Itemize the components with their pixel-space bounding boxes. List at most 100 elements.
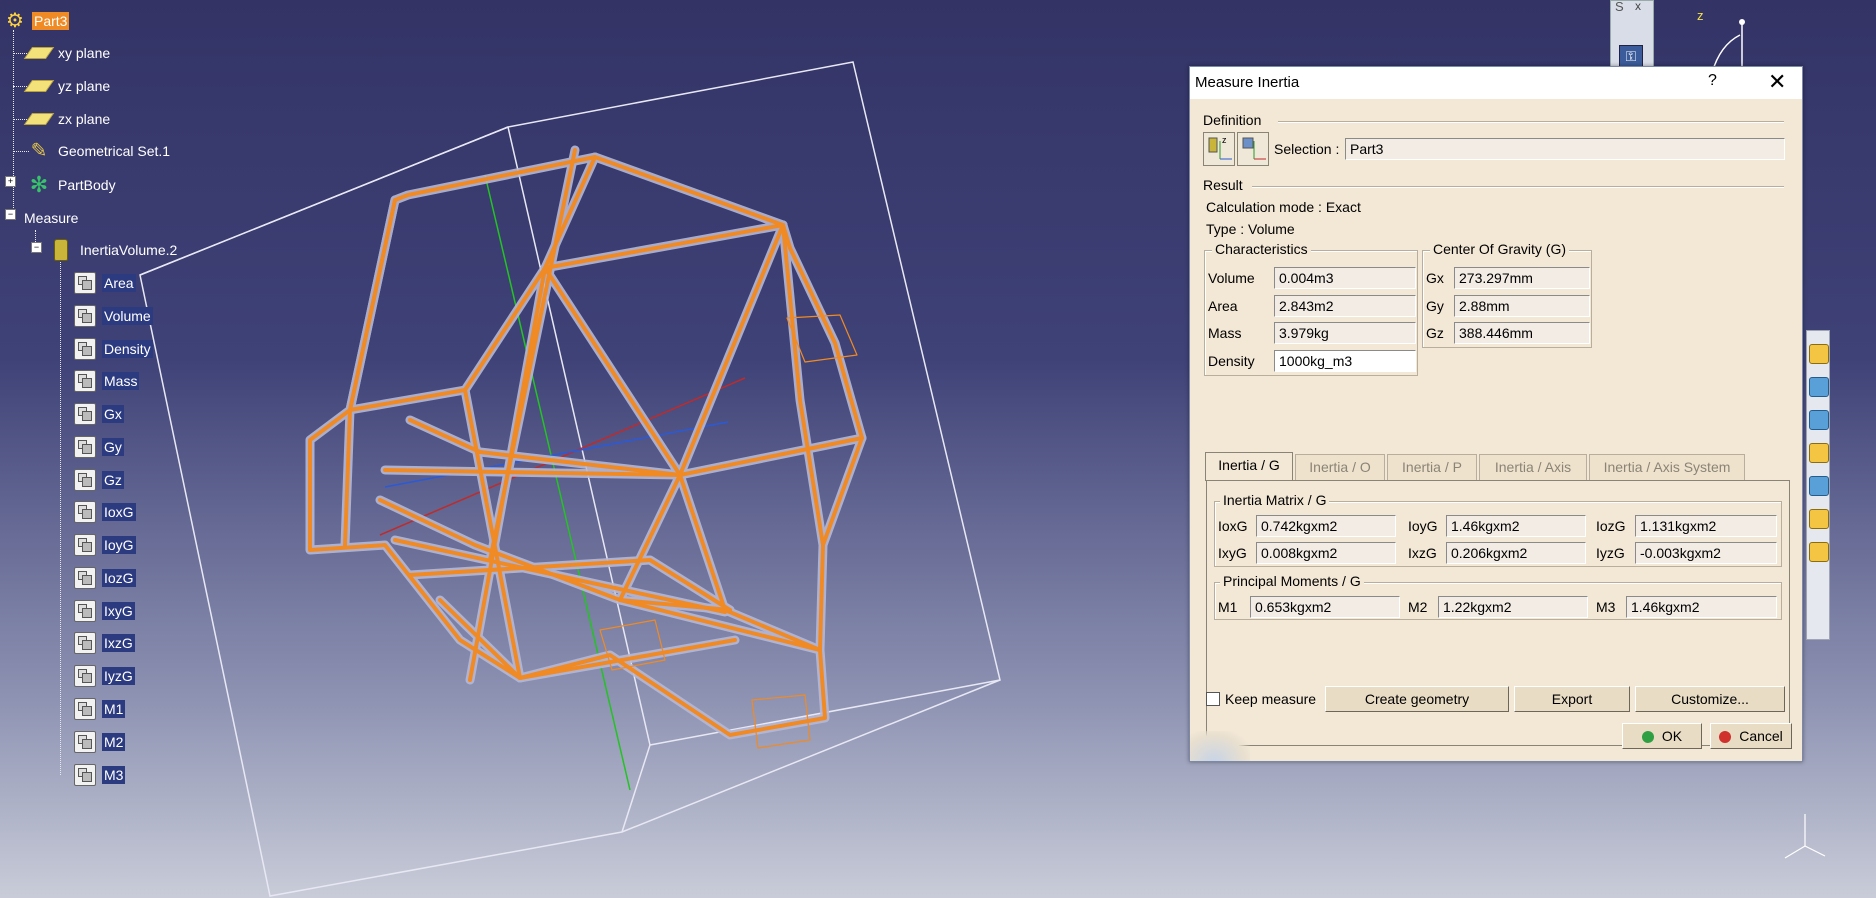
tab-inertia-axis-system[interactable]: Inertia / Axis System bbox=[1589, 454, 1745, 480]
dialog-title-bar[interactable]: Measure Inertia ? ✕ bbox=[1190, 67, 1802, 99]
m3-field[interactable]: 1.46kgxm2 bbox=[1626, 596, 1777, 618]
volume-field[interactable]: 0.004m3 bbox=[1274, 267, 1416, 289]
tree-param-gy[interactable]: Gy bbox=[72, 432, 124, 462]
right-toolbar[interactable] bbox=[1806, 330, 1830, 640]
close-button[interactable]: ✕ bbox=[1768, 69, 1786, 95]
tree-item-zx-plane[interactable]: zx plane bbox=[23, 104, 112, 134]
ixyg-field[interactable]: 0.008kgxm2 bbox=[1256, 542, 1396, 564]
area-field[interactable]: 2.843m2 bbox=[1274, 295, 1416, 317]
m1-field[interactable]: 0.653kgxm2 bbox=[1250, 596, 1400, 618]
mass-field[interactable]: 3.979kg bbox=[1274, 322, 1416, 344]
inertia-surface-tool-icon[interactable] bbox=[1237, 132, 1269, 166]
compass-icon bbox=[1711, 19, 1745, 75]
tree-param-m2[interactable]: M2 bbox=[72, 727, 126, 757]
m2-field[interactable]: 1.22kgxm2 bbox=[1438, 596, 1588, 618]
volume-label: Volume bbox=[1208, 270, 1255, 286]
gz-field[interactable]: 388.446mm bbox=[1454, 322, 1590, 344]
ioyg-field[interactable]: 1.46kgxm2 bbox=[1446, 515, 1586, 537]
customize-button[interactable]: Customize... bbox=[1635, 686, 1785, 712]
tab-inertia-p[interactable]: Inertia / P bbox=[1387, 454, 1477, 480]
parameter-icon bbox=[72, 532, 98, 558]
parameter-icon bbox=[72, 762, 98, 788]
tree-param-label: IyzG bbox=[102, 667, 135, 685]
tree-param-label: IoyG bbox=[102, 536, 136, 554]
tree-param-label: IxzG bbox=[102, 634, 135, 652]
ioxg-field[interactable]: 0.742kgxm2 bbox=[1256, 515, 1396, 537]
tree-param-area[interactable]: Area bbox=[72, 268, 136, 298]
tree-param-mass[interactable]: Mass bbox=[72, 366, 140, 396]
tool-icon[interactable] bbox=[1809, 344, 1829, 364]
collapse-toggle[interactable]: − bbox=[31, 242, 42, 253]
compass-widget[interactable]: z bbox=[1697, 5, 1770, 75]
tool-icon[interactable] bbox=[1809, 410, 1829, 430]
tree-item-geometrical-set[interactable]: ✎ Geometrical Set.1 bbox=[26, 136, 172, 166]
plane-icon bbox=[23, 73, 55, 99]
iozg-field[interactable]: 1.131kgxm2 bbox=[1635, 515, 1777, 537]
tree-item-xy-plane[interactable]: xy plane bbox=[23, 38, 112, 68]
tree-root[interactable]: ⚙ Part3 bbox=[2, 6, 70, 36]
tree-param-ioxg[interactable]: IoxG bbox=[72, 497, 136, 527]
selection-label: Selection : bbox=[1274, 141, 1340, 157]
toolbar-close-button[interactable]: x bbox=[1635, 0, 1641, 13]
tab-inertia-g[interactable]: Inertia / G bbox=[1205, 452, 1293, 481]
tree-param-density[interactable]: Density bbox=[72, 334, 153, 364]
expand-toggle[interactable]: + bbox=[5, 176, 16, 187]
gz-label: Gz bbox=[1426, 325, 1444, 341]
tool-icon[interactable] bbox=[1809, 377, 1829, 397]
tree-param-label: Volume bbox=[102, 307, 153, 325]
ixzg-field[interactable]: 0.206kgxm2 bbox=[1446, 542, 1586, 564]
tree-param-volume[interactable]: Volume bbox=[72, 301, 153, 331]
tree-param-ioyg[interactable]: IoyG bbox=[72, 530, 136, 560]
svg-text:z: z bbox=[1222, 135, 1227, 145]
toolbar-tool-icon[interactable]: ⚿ bbox=[1619, 45, 1643, 67]
tree-param-m3[interactable]: M3 bbox=[72, 760, 126, 790]
iyzg-field[interactable]: -0.003kgxm2 bbox=[1635, 542, 1777, 564]
tool-icon[interactable] bbox=[1809, 443, 1829, 463]
cancel-label: Cancel bbox=[1739, 728, 1783, 744]
tree-root-label: Part3 bbox=[32, 12, 70, 30]
tree-item-label: PartBody bbox=[58, 177, 116, 193]
characteristics-title: Characteristics bbox=[1212, 241, 1311, 257]
ioyg-label: IoyG bbox=[1408, 518, 1438, 534]
tree-param-ixzg[interactable]: IxzG bbox=[72, 628, 135, 658]
selection-field[interactable]: Part3 bbox=[1345, 138, 1785, 160]
tab-inertia-axis[interactable]: Inertia / Axis bbox=[1479, 454, 1587, 480]
help-button[interactable]: ? bbox=[1708, 72, 1717, 90]
tree-param-label: Gx bbox=[102, 405, 124, 423]
tree-item-label: xy plane bbox=[58, 45, 111, 61]
collapse-toggle[interactable]: − bbox=[5, 209, 16, 220]
density-input[interactable]: 1000kg_m3 bbox=[1274, 350, 1416, 372]
tree-param-gz[interactable]: Gz bbox=[72, 465, 124, 495]
ok-label: OK bbox=[1661, 728, 1683, 744]
tool-icon[interactable] bbox=[1809, 476, 1829, 496]
export-button[interactable]: Export bbox=[1514, 686, 1630, 712]
tool-icon[interactable] bbox=[1809, 542, 1829, 562]
tree-param-iyzg[interactable]: IyzG bbox=[72, 661, 135, 691]
geometrical-set-icon: ✎ bbox=[30, 140, 48, 162]
parameter-icon bbox=[72, 336, 98, 362]
gy-field[interactable]: 2.88mm bbox=[1454, 295, 1590, 317]
calculation-mode-text: Calculation mode : Exact bbox=[1206, 199, 1361, 215]
floating-toolbar[interactable]: S x ⚿ bbox=[1610, 0, 1654, 72]
parameter-icon bbox=[72, 630, 98, 656]
cancel-button[interactable]: Cancel bbox=[1710, 723, 1792, 749]
tree-item-measure[interactable]: Measure bbox=[22, 203, 80, 233]
tree-param-m1[interactable]: M1 bbox=[72, 694, 126, 724]
tool-icon[interactable] bbox=[1809, 509, 1829, 529]
tab-inertia-o[interactable]: Inertia / O bbox=[1295, 454, 1385, 480]
tree-item-partbody[interactable]: ✻ PartBody bbox=[26, 170, 118, 200]
tree-item-inertia-volume[interactable]: InertiaVolume.2 bbox=[48, 235, 179, 265]
tree-item-yz-plane[interactable]: yz plane bbox=[23, 71, 112, 101]
tree-param-iozg[interactable]: IozG bbox=[72, 563, 136, 593]
dialog-corner-decoration bbox=[1190, 731, 1250, 761]
inertia-volume-tool-icon[interactable]: z bbox=[1203, 132, 1235, 166]
keep-measure-checkbox[interactable] bbox=[1206, 692, 1220, 706]
tree-param-gx[interactable]: Gx bbox=[72, 399, 124, 429]
part-body-icon: ✻ bbox=[29, 172, 49, 197]
gx-label: Gx bbox=[1426, 270, 1444, 286]
tree-param-label: Mass bbox=[102, 372, 140, 390]
gx-field[interactable]: 273.297mm bbox=[1454, 267, 1590, 289]
ok-button[interactable]: OK bbox=[1622, 723, 1702, 749]
create-geometry-button[interactable]: Create geometry bbox=[1325, 686, 1509, 712]
tree-param-ixyg[interactable]: IxyG bbox=[72, 596, 135, 626]
